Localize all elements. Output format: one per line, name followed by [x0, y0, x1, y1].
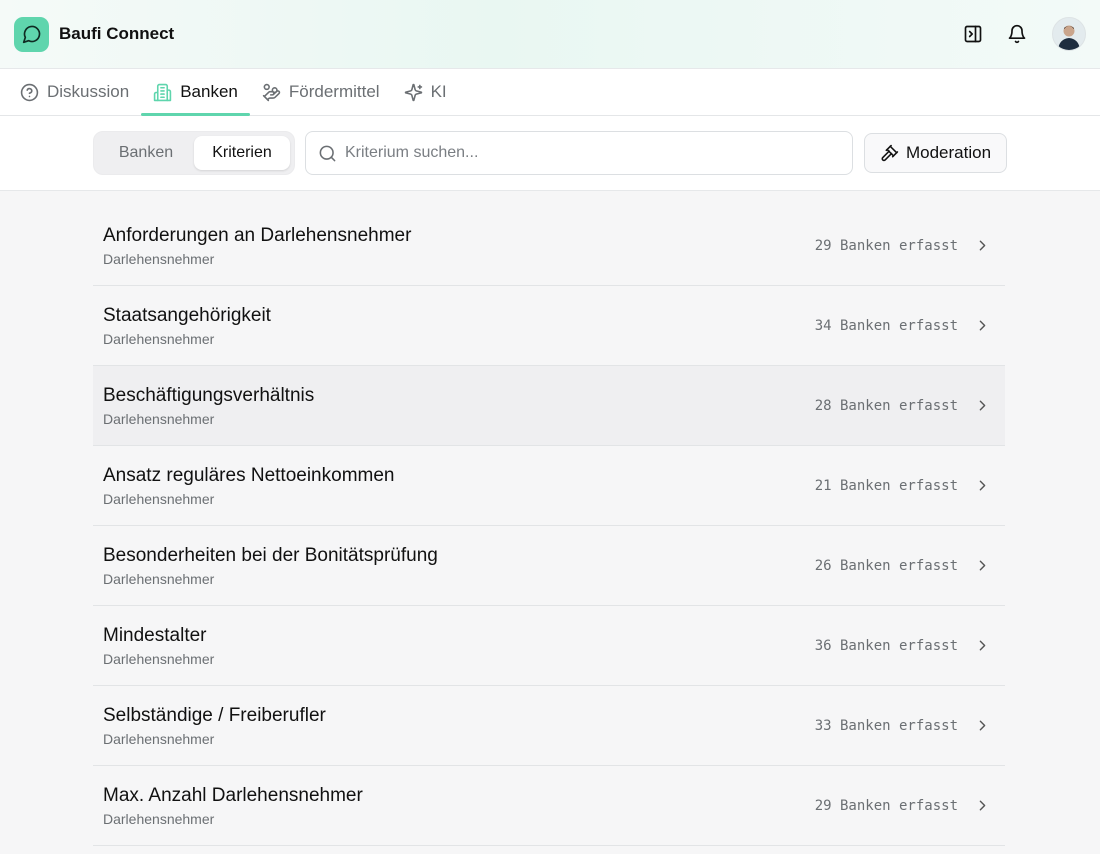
app-title: Baufi Connect — [59, 24, 175, 43]
bank-count: 21 Banken erfasst — [814, 477, 958, 494]
chevron-right-icon — [974, 477, 991, 494]
app-window: Baufi Connect Diskussion Banken Fördermi… — [0, 0, 1100, 854]
list-item[interactable]: Anforderungen an Darlehensnehmer Darlehe… — [93, 206, 1005, 286]
building-icon — [153, 83, 172, 102]
criterion-title: Beschäftigungsverhältnis — [103, 385, 315, 406]
search-input[interactable] — [345, 144, 825, 162]
chat-bubble-icon[interactable] — [14, 16, 49, 52]
gavel-icon — [880, 144, 899, 163]
tab-ki[interactable]: KI — [392, 69, 459, 115]
chevron-right-icon — [974, 397, 991, 414]
list-item[interactable]: Selbständige / Freiberufler Darlehensneh… — [93, 686, 1005, 766]
tab-label: Banken — [180, 82, 238, 101]
criterion-category: Darlehensnehmer — [103, 411, 215, 427]
bank-count: 34 Banken erfasst — [814, 317, 958, 334]
criterion-title: Mindestalter — [103, 625, 207, 646]
bell-icon — [1008, 24, 1026, 44]
criterion-category: Darlehensnehmer — [103, 491, 215, 507]
criterion-category: Darlehensnehmer — [103, 651, 215, 667]
bank-count: 29 Banken erfasst — [814, 237, 958, 254]
notifications-button[interactable] — [1004, 21, 1030, 47]
chevron-right-icon — [974, 237, 991, 254]
app-header: Baufi Connect — [0, 0, 1100, 69]
coins-icon — [262, 83, 281, 102]
tab-label: KI — [430, 82, 447, 101]
search-icon — [318, 144, 337, 163]
criterion-title: Anforderungen an Darlehensnehmer — [103, 225, 412, 246]
chevron-right-icon — [974, 557, 991, 574]
bank-count: 28 Banken erfasst — [814, 397, 958, 414]
user-avatar[interactable] — [1052, 17, 1086, 51]
tab-banken[interactable]: Banken — [141, 69, 250, 116]
criterion-title: Max. Anzahl Darlehensnehmer — [103, 785, 363, 806]
moderation-label: Moderation — [905, 143, 992, 162]
chevron-right-icon — [974, 797, 991, 814]
tab-label: Diskussion — [47, 82, 130, 101]
criterion-title: Ansatz reguläres Nettoeinkommen — [103, 465, 395, 486]
chevron-right-icon — [974, 717, 991, 734]
help-circle-icon — [20, 83, 39, 102]
criterion-title: Besonderheiten bei der Bonitätsprüfung — [103, 545, 438, 566]
bank-count: 33 Banken erfasst — [814, 717, 958, 734]
segment-kriterien[interactable]: Kriterien — [194, 136, 290, 170]
list-item[interactable]: Max. Anzahl Darlehensnehmer Darlehensneh… — [93, 766, 1005, 846]
view-segmented-control: Banken Kriterien — [93, 131, 295, 175]
list-item[interactable]: Staatsangehörigkeit Darlehensnehmer 34 B… — [93, 286, 1005, 366]
toolbar: Banken Kriterien Moderation — [0, 116, 1100, 191]
chevron-right-icon — [974, 637, 991, 654]
bank-count: 26 Banken erfasst — [814, 557, 958, 574]
panel-right-icon — [964, 25, 982, 43]
criterion-title: Selbständige / Freiberufler — [103, 705, 326, 726]
list-item[interactable]: Beschäftigungsverhältnis Darlehensnehmer… — [93, 366, 1005, 446]
tab-label: Fördermittel — [288, 82, 380, 101]
search-box — [305, 131, 853, 175]
bank-count: 36 Banken erfasst — [814, 637, 958, 654]
list-item[interactable]: Besonderheiten bei der Bonitätsprüfung D… — [93, 526, 1005, 606]
list-item[interactable]: Ansatz reguläres Nettoeinkommen Darlehen… — [93, 446, 1005, 526]
moderation-button[interactable]: Moderation — [864, 133, 1007, 173]
criterion-category: Darlehensnehmer — [103, 251, 215, 267]
toggle-sidebar-button[interactable] — [960, 21, 986, 47]
criterion-category: Darlehensnehmer — [103, 811, 215, 827]
criterion-category: Darlehensnehmer — [103, 731, 215, 747]
criterion-category: Darlehensnehmer — [103, 571, 215, 587]
criteria-list: Anforderungen an Darlehensnehmer Darlehe… — [0, 206, 1005, 846]
main-tabs: Diskussion Banken Fördermittel KI — [0, 69, 1100, 116]
tab-diskussion[interactable]: Diskussion — [8, 69, 141, 115]
person-photo-icon — [1058, 25, 1080, 50]
sparkles-icon — [404, 83, 423, 102]
criterion-title: Staatsangehörigkeit — [103, 305, 271, 326]
list-item[interactable]: Mindestalter Darlehensnehmer 36 Banken e… — [93, 606, 1005, 686]
criterion-category: Darlehensnehmer — [103, 331, 215, 347]
chevron-right-icon — [974, 317, 991, 334]
segment-banken[interactable]: Banken — [98, 136, 194, 170]
tab-foerdermittel[interactable]: Fördermittel — [250, 69, 392, 115]
bank-count: 29 Banken erfasst — [814, 797, 958, 814]
